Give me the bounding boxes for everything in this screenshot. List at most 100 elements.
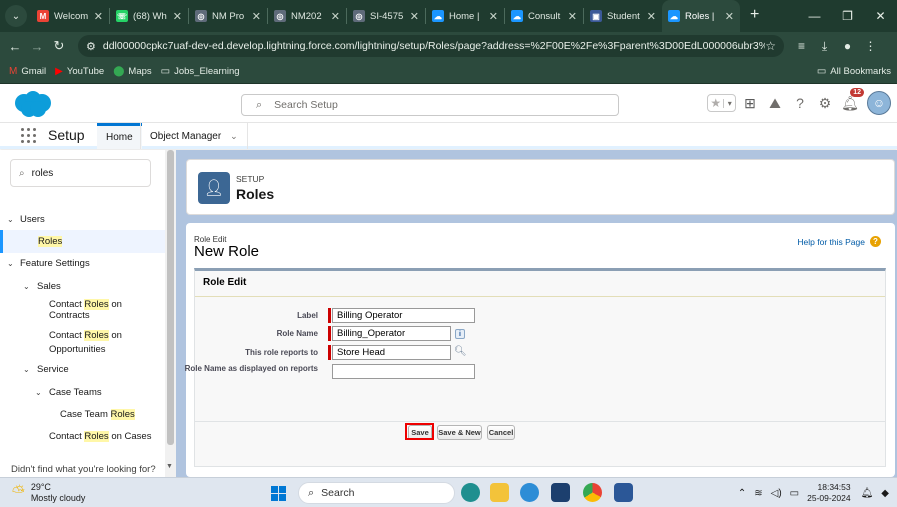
trailhead-icon[interactable]: ⛰ [764,95,786,112]
chevron-down-icon[interactable]: ⌄ [23,365,30,374]
close-tab-icon[interactable]: ✕ [94,10,103,23]
clock[interactable]: 18:34:53 25-09-2024 [807,482,850,504]
forward-icon[interactable]: → [26,39,48,54]
search-placeholder: Search Setup [274,99,338,111]
browser-tab[interactable]: M Welcom ✕ [31,0,109,32]
bookmark-jobs-folder[interactable]: ▭ Jobs_Elearning [161,66,240,77]
quick-find-input[interactable]: ⌕ roles [10,159,151,187]
browser-tab[interactable]: ☁ Consult ✕ [505,0,583,32]
lookup-search-icon[interactable]: 🔍︎ [454,346,467,358]
browser-tab[interactable]: ◎ SI-4575 ✕ [347,0,425,32]
bell-icon[interactable]: 🔔︎ 12 [839,87,864,112]
new-tab-icon[interactable]: + [750,6,759,24]
file-explorer-icon[interactable] [490,483,509,502]
browser-tab[interactable]: ◎ NM202 ✕ [268,0,346,32]
browser-tab[interactable]: ▣ Student ✕ [584,0,662,32]
chevron-down-icon[interactable]: ⌄ [23,282,30,291]
weather-widget[interactable]: ⛅︎ 29°C Mostly cloudy [12,482,85,504]
browser-tab[interactable]: ☏ (68) Wh ✕ [110,0,188,32]
edge-icon[interactable] [520,483,539,502]
taskbar-search[interactable]: ⌕ Search [298,482,455,504]
tab-home[interactable]: Home [97,123,142,149]
speaker-icon[interactable]: ◁) [771,488,782,499]
minimize-icon[interactable]: — [798,9,831,23]
all-bookmarks[interactable]: ▭ All Bookmarks [817,66,891,77]
avatar[interactable]: ☺ [867,91,891,115]
section-title: Role Edit [203,277,247,288]
save-and-new-button[interactable]: Save & New [437,425,482,440]
label-input[interactable]: Billing Operator [332,308,475,323]
app-launcher-icon[interactable] [21,128,36,143]
close-tab-icon[interactable]: ✕ [489,10,498,23]
chrome-icon[interactable] [583,483,602,502]
browser-tab[interactable]: ☁ Home | ✕ [426,0,504,32]
sidebar-scroll-thumb[interactable] [167,150,174,445]
more-menu-icon[interactable]: ⋮ [859,39,882,54]
role-name-input[interactable]: Billing_Operator [332,326,451,341]
tree-item-roles[interactable]: Roles [0,230,165,253]
chevron-down-icon[interactable]: ⌄ [230,131,238,142]
windows-start-icon[interactable] [271,486,286,501]
arduino-icon[interactable] [461,483,480,502]
info-icon[interactable]: i [455,329,465,339]
tree-item-contact-roles-opportunities[interactable]: Contact Roles on Opportunities [0,323,165,359]
app-icon[interactable] [551,483,570,502]
didnt-find-link[interactable]: Didn't find what you're looking for? [11,464,156,475]
close-tab-icon[interactable]: ✕ [725,10,734,23]
close-window-icon[interactable]: ✕ [864,9,897,23]
tree-item-service[interactable]: ⌄ Service [0,359,165,381]
tree-item-sales[interactable]: ⌄ Sales [0,275,165,297]
bookmark-youtube[interactable]: ▶ YouTube [55,66,104,77]
browser-tab[interactable]: ◎ NM Pro ✕ [189,0,267,32]
gear-icon[interactable]: ⚙ [814,95,836,112]
reload-icon[interactable]: ↻ [48,38,70,54]
favorites-button[interactable]: ★ ▾ [707,94,736,112]
site-info-icon[interactable]: ⚙ [86,40,96,53]
chevron-down-icon[interactable]: ⌄ [7,259,14,268]
copilot-icon[interactable]: ◆ [881,488,889,499]
close-tab-icon[interactable]: ✕ [173,10,182,23]
global-actions-icon[interactable]: ⊞ [739,95,761,112]
url-field[interactable]: ⚙ ddl00000cpkc7uaf-dev-ed.develop.lightn… [78,35,784,57]
tree-item-contact-roles-cases[interactable]: Contact Roles on Cases [0,426,165,448]
restore-icon[interactable]: ❐ [831,9,864,23]
chevron-down-icon[interactable]: ⌄ [35,388,42,397]
browser-tab[interactable]: ☁ Roles | ✕ [662,0,740,32]
tree-item-users[interactable]: ⌄ Users [0,208,165,230]
salesforce-cloud-logo-icon[interactable] [11,90,53,119]
close-tab-icon[interactable]: ✕ [568,10,577,23]
tree-item-case-teams[interactable]: ⌄ Case Teams [0,381,165,403]
bookmark-star-icon[interactable]: ☆ [765,39,776,53]
chevron-up-icon[interactable]: ⌃ [738,488,746,499]
help-link[interactable]: Help for this Page ? [797,236,881,247]
reports-to-input[interactable]: Store Head [332,345,451,360]
close-tab-icon[interactable]: ✕ [410,10,419,23]
close-tab-icon[interactable]: ✕ [647,10,656,23]
close-tab-icon[interactable]: ✕ [331,10,340,23]
cancel-button[interactable]: Cancel [487,425,515,440]
close-tab-icon[interactable]: ✕ [252,10,261,23]
tree-item-feature-settings[interactable]: ⌄ Feature Settings [0,253,165,275]
battery-icon[interactable]: ▭ [790,488,799,499]
scroll-down-arrow-icon[interactable]: ▼ [166,463,173,470]
setup-search-input[interactable]: ⌕ Search Setup [241,94,619,116]
tree-item-contact-roles-contracts[interactable]: Contact Roles on Contracts [0,298,165,323]
help-question-icon[interactable]: ? [870,236,881,247]
star-icon[interactable]: ★ [708,96,723,110]
tab-object-manager[interactable]: Object Manager ⌄ [140,123,248,149]
bookmark-maps[interactable]: ⬤ Maps [113,66,151,77]
tree-item-case-team-roles[interactable]: Case Team Roles [0,403,165,425]
display-name-input[interactable] [332,364,475,379]
notification-bell-icon[interactable]: 🔔︎ [861,488,874,499]
chevron-down-icon[interactable]: ▾ [723,98,735,108]
back-icon[interactable]: ← [4,39,26,54]
wifi-icon[interactable]: ≋ [754,488,762,499]
help-icon[interactable]: ? [789,95,811,111]
tab-search-icon[interactable]: ⌄ [5,5,27,27]
chevron-down-icon[interactable]: ⌄ [7,215,14,224]
download-icon[interactable]: ⤓ [813,39,836,54]
word-icon[interactable] [614,483,633,502]
reading-list-icon[interactable]: ≡ [790,39,813,54]
profile-icon[interactable]: ● [836,39,859,54]
bookmark-gmail[interactable]: M Gmail [9,66,46,77]
